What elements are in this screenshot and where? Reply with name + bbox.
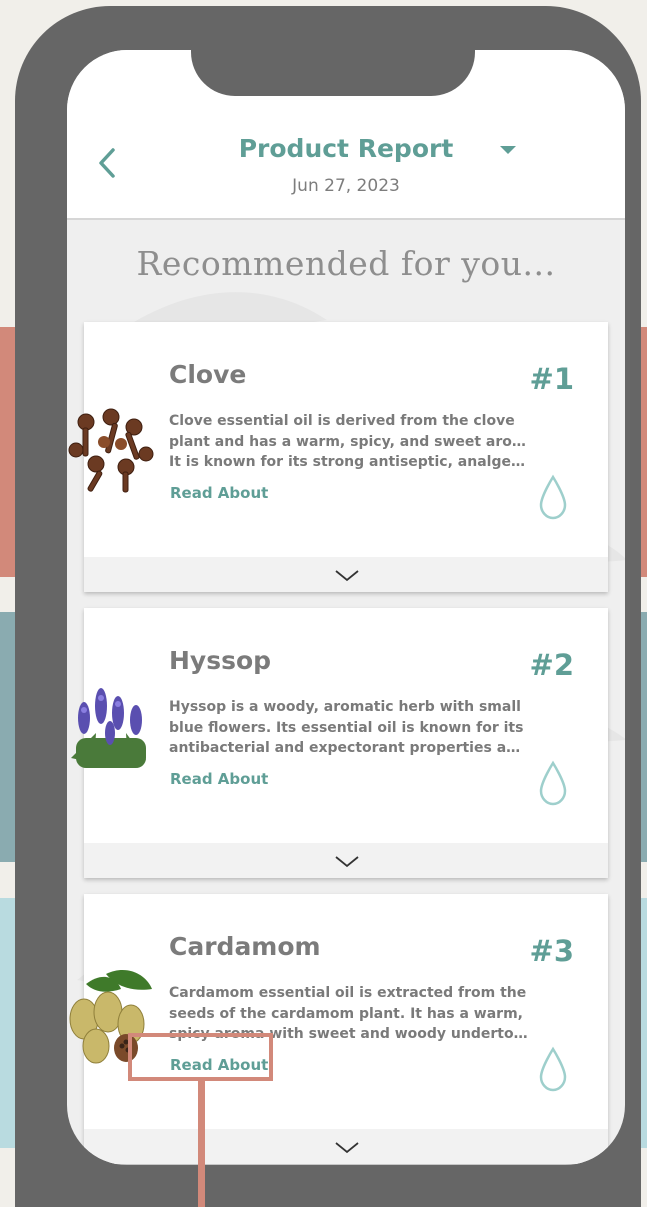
product-rank: #2 [529,648,574,682]
product-rank: #1 [529,362,574,396]
expand-card-toggle[interactable] [84,557,608,592]
hyssop-image [71,688,146,768]
droplet-icon [539,760,567,806]
droplet-icon [539,474,567,520]
section-heading: Recommended for you... [136,244,556,283]
chevron-down-icon [335,856,359,868]
product-name: Clove [169,360,247,389]
droplet-icon [539,1046,567,1092]
report-date: Jun 27, 2023 [292,176,400,196]
clove-image [68,408,154,493]
phone-frame: Product Report Jun 27, 2023 Recommended … [15,6,641,1207]
product-description: Cardamom essential oil is extracted from… [169,985,529,1042]
phone-notch [191,12,475,96]
product-card-cardamom: Cardamom #3 Cardamom essential oil is ex… [69,894,608,1164]
read-about-link[interactable]: Read About [170,770,268,788]
product-name: Cardamom [169,932,321,961]
chevron-down-icon [335,1142,359,1154]
product-card-clove: Clove #1 Clove essential oil is derived … [68,322,608,592]
expand-card-toggle[interactable] [84,843,608,878]
read-about-link[interactable]: Read About [170,1056,268,1074]
expand-card-toggle[interactable] [84,1129,608,1164]
callout-pointer-line [198,1081,205,1207]
product-description: Hyssop is a woody, aromatic herb with sm… [169,699,529,756]
product-card-hyssop: Hyssop #2 Hyssop is a woody, aromatic he… [71,608,608,878]
page-title: Product Report [238,134,454,163]
product-description: Clove essential oil is derived from the … [169,413,529,470]
product-rank: #3 [529,934,574,968]
read-about-link[interactable]: Read About [170,484,268,502]
cardamom-image [69,969,152,1064]
chevron-down-icon [335,570,359,582]
dropdown-caret-icon[interactable] [500,146,516,154]
phone-screen: Product Report Jun 27, 2023 Recommended … [67,50,625,1165]
product-name: Hyssop [169,646,272,675]
